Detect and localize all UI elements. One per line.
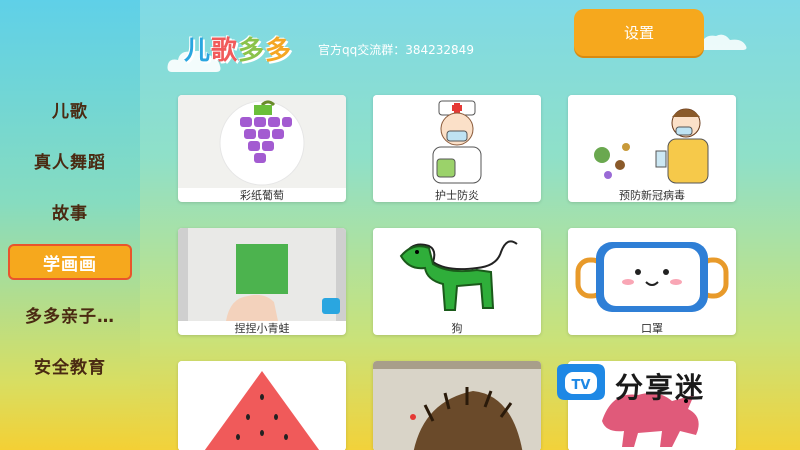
video-title: 捏捏小青蛙 bbox=[234, 322, 290, 335]
logo-char: 多 bbox=[238, 36, 266, 66]
video-title: 彩纸葡萄 bbox=[240, 189, 284, 202]
sidebar-item-stories[interactable]: 故事 bbox=[8, 193, 132, 229]
watermark: TV 分享迷 bbox=[553, 362, 753, 408]
sidebar-item-parent-child[interactable]: 多多亲子… bbox=[8, 296, 132, 332]
thumbnail-nurse bbox=[373, 95, 541, 188]
logo-char: 多 bbox=[265, 36, 293, 66]
video-card[interactable]: 预防新冠病毒 bbox=[568, 95, 736, 202]
video-title: 口罩 bbox=[641, 322, 663, 335]
video-card[interactable]: 护士防炎 bbox=[373, 95, 541, 202]
sidebar-item-songs[interactable]: 儿歌 bbox=[8, 91, 132, 127]
app-logo: 儿歌多多 bbox=[166, 28, 306, 74]
video-card[interactable]: 狗 bbox=[373, 228, 541, 335]
thumbnail-grapes bbox=[178, 95, 346, 188]
sidebar: 儿歌 真人舞蹈 故事 学画画 多多亲子… 安全教育 bbox=[0, 0, 140, 450]
sidebar-item-dance[interactable]: 真人舞蹈 bbox=[8, 142, 132, 178]
video-card[interactable]: 彩纸葡萄 bbox=[178, 95, 346, 202]
thumbnail-dog bbox=[373, 228, 541, 321]
sidebar-item-drawing[interactable]: 学画画 bbox=[8, 244, 132, 280]
video-card[interactable] bbox=[178, 361, 346, 450]
video-title: 狗 bbox=[451, 322, 463, 335]
settings-button[interactable]: 设置 bbox=[574, 9, 704, 56]
qq-group-text: 官方qq交流群：384232849 bbox=[318, 43, 474, 57]
video-title: 预防新冠病毒 bbox=[619, 189, 685, 202]
logo-text: 儿歌多多 bbox=[184, 30, 292, 67]
thumbnail-virus bbox=[568, 95, 736, 188]
logo-char: 歌 bbox=[211, 36, 239, 66]
tv-logo-icon: TV bbox=[557, 364, 605, 400]
thumbnail-mask bbox=[568, 228, 736, 321]
video-title: 护士防炎 bbox=[435, 189, 479, 202]
tv-badge-text: TV bbox=[572, 378, 591, 393]
video-card[interactable]: 捏捏小青蛙 bbox=[178, 228, 346, 335]
thumbnail-hedgehog bbox=[373, 361, 541, 450]
thumbnail-frog bbox=[178, 228, 346, 321]
thumbnail-watermelon bbox=[178, 361, 346, 450]
logo-char: 儿 bbox=[184, 36, 212, 66]
sidebar-item-safety[interactable]: 安全教育 bbox=[8, 347, 132, 383]
watermark-text: 分享迷 bbox=[615, 371, 706, 404]
video-card[interactable] bbox=[373, 361, 541, 450]
video-card[interactable]: 口罩 bbox=[568, 228, 736, 335]
